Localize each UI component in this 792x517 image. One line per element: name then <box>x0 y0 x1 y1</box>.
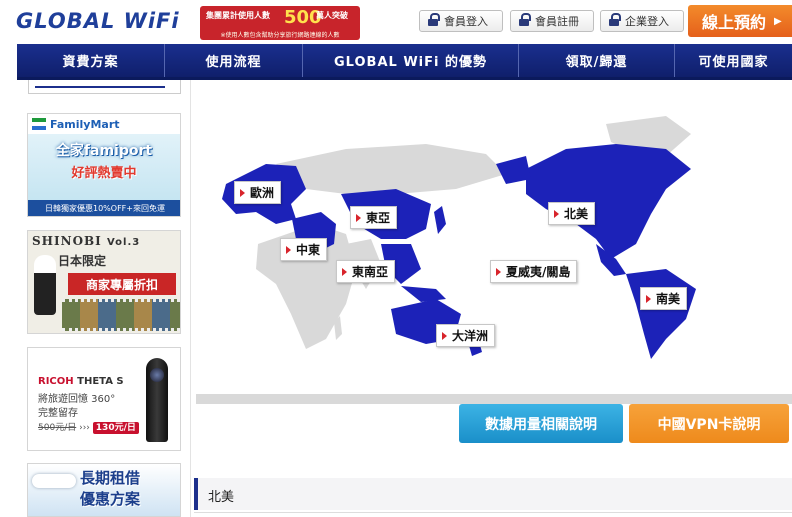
users-stat-banner[interactable]: 集團累計使用人數 500 萬人突破 ※使用人數包含幫助分享旅行網路連線的人數 <box>200 6 360 40</box>
ricoh-brand-rest: THETA S <box>73 376 124 387</box>
ricoh-line1: 將旅遊回憶 360° <box>38 394 116 405</box>
region-oceania[interactable]: 大洋洲 <box>436 324 496 347</box>
long-term-text: 長期租借 優惠方案 <box>80 468 140 510</box>
member-register-label: 會員註冊 <box>535 15 579 28</box>
ricoh-line2: 完整留存 <box>38 408 78 419</box>
lock-icon <box>428 13 440 26</box>
main-nav: 資費方案 使用流程 GLOBAL WiFi 的優勢 領取/歸還 可使用國家 <box>17 44 792 77</box>
familymart-logo-icon <box>32 118 46 130</box>
ricoh-old-price: 500元/日 <box>38 423 76 433</box>
robot-image <box>34 255 56 315</box>
region-bar-underline <box>194 512 792 513</box>
region-hawaii-guam[interactable]: 夏威夷/關島 <box>490 260 578 283</box>
selected-region-title: 北美 <box>208 490 235 505</box>
region-label: 中東 <box>296 243 321 257</box>
header: GLOBAL WiFi 集團累計使用人數 500 萬人突破 ※使用人數包含幫助分… <box>0 0 792 44</box>
selected-region-bar: 北美 <box>194 478 792 510</box>
ricoh-brand-red: RICOH <box>38 376 74 387</box>
region-europe[interactable]: 歐洲 <box>234 181 282 204</box>
page-root: GLOBAL WiFi 集團累計使用人數 500 萬人突破 ※使用人數包含幫助分… <box>0 0 792 517</box>
world-map: 歐洲 中東 東亞 東南亞 北美 夏威夷/關島 南美 大洋洲 <box>196 94 792 404</box>
region-north-america[interactable]: 北美 <box>548 202 596 225</box>
shinobi-discount: 商家專屬折扣 <box>68 273 176 295</box>
ricoh-new-price: 130元/日 <box>92 422 139 434</box>
member-login-label: 會員登入 <box>444 15 488 28</box>
region-label: 大洋洲 <box>452 329 489 343</box>
red-arrow-icon <box>342 267 347 276</box>
data-usage-info-button[interactable]: 數據用量相關說明 <box>459 404 623 443</box>
red-arrow-icon <box>496 267 501 276</box>
region-label: 歐洲 <box>250 186 275 200</box>
logo-text: GLOBAL WiFi <box>16 9 180 33</box>
stat-note: ※使用人數包含幫助分享旅行網路連線的人數 <box>220 32 340 39</box>
famiport-hot: 好評熱賣中 <box>71 166 137 181</box>
online-reservation-button[interactable]: 線上預約 ▶ <box>688 5 792 37</box>
long-term-line1: 長期租借 <box>80 469 141 487</box>
region-southeast-asia[interactable]: 東南亞 <box>336 260 396 283</box>
ricoh-theta-ad[interactable]: RICOH THETA S 將旅遊回憶 360° 完整留存 500元/日 ›››… <box>27 347 181 451</box>
corporate-login-button[interactable]: 企業登入 <box>600 10 684 32</box>
shinobi-vol: Vol.3 <box>106 237 141 248</box>
red-arrow-icon <box>286 245 291 254</box>
familymart-ad[interactable]: FamilyMart 全家famiport 好評熱賣中 日韓獨家優惠10%OFF… <box>27 113 181 217</box>
red-arrow-icon <box>442 331 447 340</box>
airplane-icon <box>32 474 76 488</box>
red-arrow-icon <box>646 294 651 303</box>
china-vpn-info-button[interactable]: 中國VPN卡說明 <box>629 404 789 443</box>
film-strip-image <box>62 299 180 331</box>
red-arrow-icon <box>356 213 361 222</box>
nav-item-process[interactable]: 使用流程 <box>165 44 303 77</box>
member-register-button[interactable]: 會員註冊 <box>510 10 594 32</box>
nav-item-countries[interactable]: 可使用國家 <box>675 44 792 77</box>
global-wifi-logo[interactable]: GLOBAL WiFi <box>16 8 196 34</box>
corporate-login-label: 企業登入 <box>625 15 669 28</box>
shinobi-ad[interactable]: SHINOBI Vol.3 日本限定 商家專屬折扣 <box>27 230 181 334</box>
ricoh-old-price-unit: 元/日 <box>55 423 77 433</box>
ricoh-old-price-value: 500 <box>38 423 56 433</box>
play-arrow-icon: ▶ <box>774 15 782 27</box>
member-login-button[interactable]: 會員登入 <box>419 10 503 32</box>
familymart-header: FamilyMart <box>28 114 180 134</box>
region-label: 南美 <box>656 292 681 306</box>
theta-camera-image <box>146 358 168 442</box>
region-south-america[interactable]: 南美 <box>640 287 688 310</box>
nav-item-plans[interactable]: 資費方案 <box>17 44 165 77</box>
region-label: 東亞 <box>366 211 391 225</box>
region-east-asia[interactable]: 東亞 <box>350 206 398 229</box>
red-arrow-icon <box>240 188 245 197</box>
sidebar-top-box <box>28 80 181 94</box>
shinobi-title: SHINOBI Vol.3 <box>32 234 140 248</box>
nav-item-pickup-return[interactable]: 領取/歸還 <box>519 44 675 77</box>
region-label: 夏威夷/關島 <box>506 265 571 279</box>
ricoh-brand: RICOH THETA S <box>38 376 124 387</box>
arrow-icon: ››› <box>79 423 90 433</box>
long-term-rental-ad[interactable]: 長期租借 優惠方案 <box>27 463 181 517</box>
stat-suffix: 萬人突破 <box>316 11 348 20</box>
famiport-offer-bar: 日韓獨家優惠10%OFF+來回免運 <box>28 200 180 216</box>
region-label: 東南亞 <box>352 265 389 279</box>
stat-prefix: 集團累計使用人數 <box>206 11 270 20</box>
lock-icon <box>609 13 621 26</box>
famiport-title: 全家famiport <box>55 143 153 159</box>
nav-item-advantages[interactable]: GLOBAL WiFi 的優勢 <box>303 44 519 77</box>
sidebar-divider <box>190 80 191 517</box>
red-arrow-icon <box>554 209 559 218</box>
ricoh-price: 500元/日 ››› 130元/日 <box>38 420 139 434</box>
lock-icon <box>519 13 531 26</box>
long-term-line2: 優惠方案 <box>80 490 141 508</box>
shinobi-japan-only: 日本限定 <box>58 254 107 268</box>
familymart-brand: FamilyMart <box>50 117 120 131</box>
shinobi-title-text: SHINOBI <box>32 234 102 248</box>
reserve-label: 線上預約 <box>702 13 767 32</box>
region-label: 北美 <box>564 207 589 221</box>
region-middle-east[interactable]: 中東 <box>280 238 328 261</box>
